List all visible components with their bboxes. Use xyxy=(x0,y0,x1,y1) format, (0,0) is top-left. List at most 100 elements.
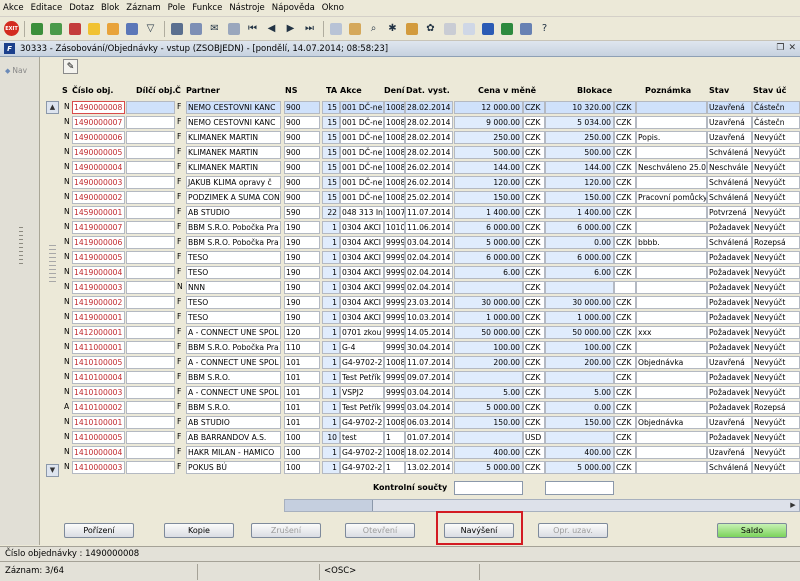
cell-dilci[interactable] xyxy=(126,221,175,234)
cell-mena[interactable]: CZK xyxy=(523,176,545,189)
cell-blokace[interactable]: 100.00 xyxy=(545,341,614,354)
cell-partner[interactable]: BBM S.R.O. Pobočka Pra xyxy=(186,341,281,354)
cell-partner[interactable]: NEMO CESTOVNI KANC xyxy=(186,101,281,114)
cell-cislo[interactable]: 1490000006 xyxy=(72,131,125,144)
cell-cena[interactable]: 1 400.00 xyxy=(454,206,523,219)
cell-cislo[interactable]: 1459000001 xyxy=(72,206,125,219)
cell-deni[interactable]: 1 xyxy=(384,431,405,444)
cell-cena[interactable] xyxy=(454,371,523,384)
cell-stav[interactable]: Požadavek xyxy=(707,431,752,444)
table-row[interactable]: N 1410000004 F HAKR MILAN - HAMICO 100 1 G4-97… xyxy=(41,446,800,460)
cell-s[interactable]: N xyxy=(62,326,72,339)
cell-pozn[interactable] xyxy=(636,446,707,459)
cell-partner[interactable]: POKUS BÚ xyxy=(186,461,281,474)
cell-mena[interactable]: CZK xyxy=(523,311,545,324)
cell-ns[interactable]: 590 xyxy=(284,206,320,219)
cell-cena[interactable]: 50 000.00 xyxy=(454,326,523,339)
cell-akce[interactable]: Test Petřík xyxy=(340,371,384,384)
cell-c[interactable]: F xyxy=(175,401,184,414)
cell-akce[interactable]: 0304 AKCI xyxy=(340,221,384,234)
table-row[interactable]: A 1410100002 F BBM S.R.O. 101 1 Test Petřík 999… xyxy=(41,401,800,415)
cell-ta[interactable]: 1 xyxy=(322,296,340,309)
cell-s[interactable]: A xyxy=(62,401,72,414)
menu-item[interactable]: Záznam xyxy=(126,3,160,13)
cell-ns[interactable]: 100 xyxy=(284,461,320,474)
table-row[interactable]: N 1412000001 F A - CONNECT UNE SPOL 120 1 0701… xyxy=(41,326,800,340)
cell-dat[interactable]: 28.02.2014 xyxy=(405,146,453,159)
cell-stav[interactable]: Schválená xyxy=(707,236,752,249)
cell-bmena[interactable] xyxy=(614,281,636,294)
cell-ta[interactable]: 1 xyxy=(322,251,340,264)
cell-cena[interactable]: 6 000.00 xyxy=(454,221,523,234)
cell-pozn[interactable]: Neschváleno 25.0 xyxy=(636,161,707,174)
cell-dat[interactable]: 09.07.2014 xyxy=(405,371,453,384)
cell-dilci[interactable] xyxy=(126,191,175,204)
cell-ns[interactable]: 900 xyxy=(284,176,320,189)
cell-ns[interactable]: 120 xyxy=(284,326,320,339)
cell-dat[interactable]: 28.02.2014 xyxy=(405,116,453,129)
cell-ns[interactable]: 100 xyxy=(284,446,320,459)
menu-item[interactable]: Blok xyxy=(101,3,119,13)
cell-stav[interactable]: Požadavek xyxy=(707,266,752,279)
cell-dat[interactable]: 25.02.2014 xyxy=(405,191,453,204)
cell-akce[interactable]: test xyxy=(340,431,384,444)
cell-partner[interactable]: BBM S.R.O. xyxy=(186,371,281,384)
scroll-right-icon[interactable]: ▶ xyxy=(787,500,799,511)
cell-akce[interactable]: 0304 AKCI xyxy=(340,266,384,279)
cell-blokace[interactable]: 5 000.00 xyxy=(545,461,614,474)
cell-c[interactable]: F xyxy=(175,446,184,459)
table-row[interactable]: N 1490000003 F JAKUB KLIMA opravy č 900 15 001… xyxy=(41,176,800,190)
cell-s[interactable]: N xyxy=(62,266,72,279)
cell-partner[interactable]: PODZIMEK A SUMA CON xyxy=(186,191,281,204)
cell-bmena[interactable]: CZK xyxy=(614,251,636,264)
cell-mena[interactable]: CZK xyxy=(523,191,545,204)
cell-c[interactable]: F xyxy=(175,176,184,189)
cell-stavuc[interactable]: Částečn xyxy=(752,116,800,129)
cell-cislo[interactable]: 1410100003 xyxy=(72,386,125,399)
cell-stav[interactable]: Schválená xyxy=(707,146,752,159)
filter-icon[interactable]: ▽ xyxy=(142,20,159,37)
cell-bmena[interactable]: CZK xyxy=(614,401,636,414)
porizeni-button[interactable]: Pořízení xyxy=(64,523,134,538)
cell-akce[interactable]: 001 DČ-ne xyxy=(340,191,384,204)
table-row[interactable]: N 1419000004 F TESO 190 1 0304 AKCI 9999 02.04.2… xyxy=(41,266,800,280)
cell-pozn[interactable] xyxy=(636,386,707,399)
cell-cislo[interactable]: 1419000004 xyxy=(72,266,125,279)
cell-stav[interactable]: Potvrzená xyxy=(707,206,752,219)
cell-blokace[interactable]: 1 000.00 xyxy=(545,311,614,324)
cell-stavuc[interactable]: Nevyúčt xyxy=(752,461,800,474)
cell-c[interactable]: F xyxy=(175,341,184,354)
cell-dat[interactable]: 11.07.2014 xyxy=(405,356,453,369)
cell-akce[interactable]: 0304 AKCI xyxy=(340,311,384,324)
cell-cislo[interactable]: 1410100004 xyxy=(72,371,125,384)
cell-ta[interactable]: 15 xyxy=(322,131,340,144)
cell-cena[interactable]: 500.00 xyxy=(454,146,523,159)
cell-deni[interactable]: 9999 xyxy=(384,311,405,324)
cell-cislo[interactable]: 1490000003 xyxy=(72,176,125,189)
saldo-button[interactable]: Saldo xyxy=(717,523,787,538)
cell-mena[interactable]: CZK xyxy=(523,101,545,114)
cell-stav[interactable]: Požadavek xyxy=(707,281,752,294)
cell-pozn[interactable] xyxy=(636,116,707,129)
cell-dilci[interactable] xyxy=(126,146,175,159)
cell-stav[interactable]: Uzavřená xyxy=(707,116,752,129)
otevreni-button[interactable]: Otevření xyxy=(345,523,415,538)
cell-dat[interactable]: 18.02.2014 xyxy=(405,446,453,459)
cell-dat[interactable]: 26.02.2014 xyxy=(405,161,453,174)
cell-blokace[interactable]: 150.00 xyxy=(545,416,614,429)
cell-bmena[interactable]: CZK xyxy=(614,341,636,354)
cell-stav[interactable]: Uzavřená xyxy=(707,131,752,144)
cell-ns[interactable]: 190 xyxy=(284,236,320,249)
cell-blokace[interactable]: 1 400.00 xyxy=(545,206,614,219)
cell-stav[interactable]: Požadavek xyxy=(707,296,752,309)
menu-item[interactable]: Dotaz xyxy=(69,3,94,13)
cell-ta[interactable]: 15 xyxy=(322,101,340,114)
cell-cena[interactable]: 6 000.00 xyxy=(454,251,523,264)
cell-cislo[interactable]: 1410000004 xyxy=(72,446,125,459)
cell-c[interactable]: F xyxy=(175,296,184,309)
cell-stav[interactable]: Schválená xyxy=(707,176,752,189)
cell-pozn[interactable] xyxy=(636,266,707,279)
cell-mena[interactable]: CZK xyxy=(523,326,545,339)
cell-ta[interactable]: 1 xyxy=(322,401,340,414)
cell-bmena[interactable]: CZK xyxy=(614,296,636,309)
